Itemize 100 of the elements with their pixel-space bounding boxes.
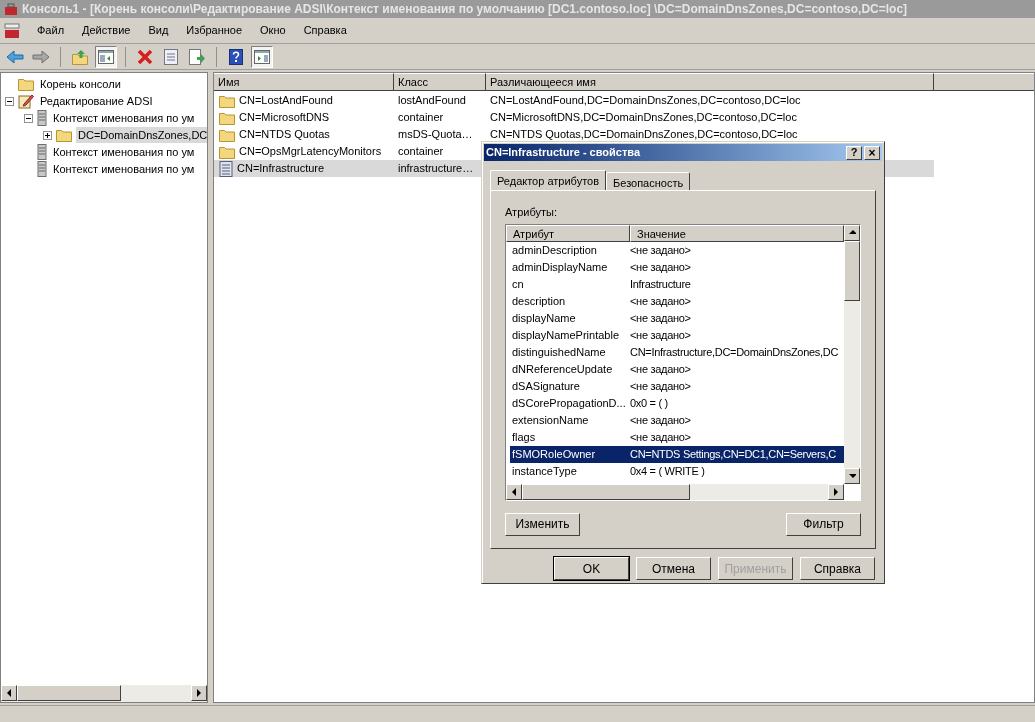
folder-up-icon xyxy=(72,48,88,65)
class-cell-text: msDS-Quota… xyxy=(397,127,474,143)
tree-item[interactable]: Контекст именования по ум xyxy=(51,160,197,178)
horizontal-scrollbar[interactable] xyxy=(506,483,844,500)
action-pane-icon xyxy=(254,49,270,64)
plus-icon xyxy=(44,131,51,139)
menu-item[interactable]: Окно xyxy=(251,22,295,39)
back-arrow-icon xyxy=(6,49,24,64)
collapse-toggle[interactable] xyxy=(5,96,14,106)
attribute-row[interactable]: distinguishedName CN=Infrastructure,DC=DomainDnsZones,DC xyxy=(510,343,844,361)
attribute-name: dNReferenceUpdate xyxy=(512,362,613,375)
tree-item[interactable]: Контекст именования по ум xyxy=(51,143,197,161)
list-row[interactable]: CN=MicrosoftDNS container CN=MicrosoftDNS,DC=DomainDnsZones,DC=contoso,DC=loc xyxy=(214,109,934,126)
attribute-row[interactable]: displayNamePrintable <не задано> xyxy=(510,326,844,344)
tree-item[interactable]: Корень консоли xyxy=(38,75,123,93)
attribute-value: <не задано> xyxy=(630,429,691,445)
column-header[interactable]: Различающееся имя xyxy=(486,73,934,91)
attribute-row[interactable]: adminDescription <не задано> xyxy=(510,241,844,259)
dialog-button[interactable]: Отмена xyxy=(636,557,711,580)
attribute-row[interactable]: dSCorePropagationD... 0x0 = ( ) xyxy=(510,394,844,412)
attribute-value: <не задано> xyxy=(630,378,691,394)
collapse-toggle[interactable] xyxy=(24,113,33,123)
dialog-button[interactable]: OK xyxy=(554,557,629,580)
name-cell-text: CN=LostAndFound xyxy=(239,93,333,109)
attribute-value: <не задано> xyxy=(630,310,691,326)
scrollbar-thumb[interactable] xyxy=(17,685,121,701)
attribute-row[interactable]: displayName <не задано> xyxy=(510,309,844,327)
attribute-name: instanceType xyxy=(512,464,577,477)
export-list-icon xyxy=(189,48,205,65)
attribute-value: CN=NTDS Settings,CN=DC1,CN=Servers,C xyxy=(630,446,836,462)
scroll-left-button[interactable] xyxy=(506,483,522,500)
name-cell-text: CN=MicrosoftDNS xyxy=(239,110,330,126)
dialog-title: CN=Infrastructure - свойства xyxy=(486,145,642,161)
attribute-row[interactable]: fSMORoleOwner CN=NTDS Settings,CN=DC1,CN=Servers,C xyxy=(510,445,844,463)
attribute-name: flags xyxy=(512,430,536,443)
scroll-down-button[interactable] xyxy=(844,467,860,484)
attribute-row[interactable]: cn Infrastructure xyxy=(510,275,844,293)
notepad-pencil-icon xyxy=(18,93,34,109)
tab[interactable]: Редактор атрибутов xyxy=(490,170,607,190)
scroll-left-button[interactable] xyxy=(1,685,17,701)
help-icon xyxy=(229,48,243,65)
folder-icon xyxy=(219,110,235,125)
attribute-row[interactable]: flags <не задано> xyxy=(510,428,844,446)
menu-item[interactable]: Вид xyxy=(139,22,178,39)
list-row[interactable]: CN=NTDS Quotas msDS-Quota… CN=NTDS Quotas,DC=DomainDnsZones,DC=contoso,DC=loc xyxy=(214,126,934,143)
attribute-name: fSMORoleOwner xyxy=(512,447,596,460)
window-title: Консоль1 - [Корень консоли\Редактирование ADSI\Контекст именования по умолчанию [DC1.contoso.loc] \DC=DomainDnsZones,DC=contoso,DC=loc] xyxy=(22,1,908,18)
attribute-value: <не задано> xyxy=(630,361,691,377)
forward-arrow-icon xyxy=(32,49,50,64)
name-cell-text: CN=OpsMgrLatencyMonitors xyxy=(239,144,382,160)
arrow-right-icon xyxy=(832,486,840,497)
properties-icon xyxy=(164,48,178,65)
toolbox-icon xyxy=(4,22,20,39)
attribute-row[interactable]: description <не задано> xyxy=(510,292,844,310)
document-list-icon xyxy=(219,160,233,177)
attribute-value: 0x4 = ( WRITE ) xyxy=(630,463,705,479)
attribute-row[interactable]: dSASignature <не задано> xyxy=(510,377,844,395)
attribute-value: <не задано> xyxy=(630,327,691,343)
help-button[interactable]: ? xyxy=(846,145,862,160)
attribute-row[interactable]: instanceType 0x4 = ( WRITE ) xyxy=(510,462,844,480)
arrow-left-icon xyxy=(510,486,518,497)
scroll-up-button[interactable] xyxy=(844,224,860,241)
column-header[interactable]: Класс xyxy=(394,73,486,91)
attribute-row[interactable]: extensionName <не задано> xyxy=(510,411,844,429)
scroll-right-button[interactable] xyxy=(191,685,207,701)
attribute-value: <не задано> xyxy=(630,259,691,275)
filter-button[interactable]: Фильтр xyxy=(786,512,861,536)
attribute-name: adminDescription xyxy=(512,243,597,256)
menu-item[interactable]: Файл xyxy=(28,22,74,39)
attribute-value: Infrastructure xyxy=(630,276,691,292)
dialog-button[interactable]: Справка xyxy=(800,557,875,580)
class-cell-text: infrastructure… xyxy=(397,161,475,177)
server-icon xyxy=(37,110,47,126)
expand-toggle[interactable] xyxy=(43,130,52,140)
menu-item[interactable]: Избранное xyxy=(177,22,252,39)
scrollbar-thumb[interactable] xyxy=(522,483,690,500)
folder-icon xyxy=(219,127,235,142)
attribute-row[interactable]: dNReferenceUpdate <не задано> xyxy=(510,360,844,378)
attribute-row[interactable]: adminDisplayName <не задано> xyxy=(510,258,844,276)
folder-icon xyxy=(56,128,72,142)
menu-item[interactable]: Действие xyxy=(73,22,140,39)
horizontal-scrollbar[interactable] xyxy=(1,685,207,702)
column-header[interactable]: Атрибут xyxy=(506,224,630,242)
tree-item[interactable]: Контекст именования по ум xyxy=(51,109,197,127)
scroll-right-button[interactable] xyxy=(828,483,844,500)
scrollbar-thumb[interactable] xyxy=(844,240,860,301)
column-header[interactable]: Имя xyxy=(214,73,394,91)
toolbar-button[interactable] xyxy=(251,45,273,68)
console-tree-icon xyxy=(98,49,114,64)
edit-button[interactable]: Изменить xyxy=(505,512,580,536)
list-row[interactable]: CN=LostAndFound lostAndFound CN=LostAndFound,DC=DomainDnsZones,DC=contoso,DC=loc xyxy=(214,92,934,109)
menu-item[interactable]: Справка xyxy=(294,22,356,39)
toolbar-button[interactable] xyxy=(95,45,117,68)
arrow-left-icon xyxy=(5,688,13,698)
tree-item[interactable]: Редактирование ADSI xyxy=(38,92,155,110)
tree-item[interactable]: DC=DomainDnsZones,DC xyxy=(76,126,207,144)
column-header[interactable]: Значение xyxy=(630,224,844,242)
close-button[interactable]: × xyxy=(864,145,880,160)
tab[interactable]: Безопасность xyxy=(606,172,691,190)
vertical-scrollbar[interactable] xyxy=(844,224,860,484)
